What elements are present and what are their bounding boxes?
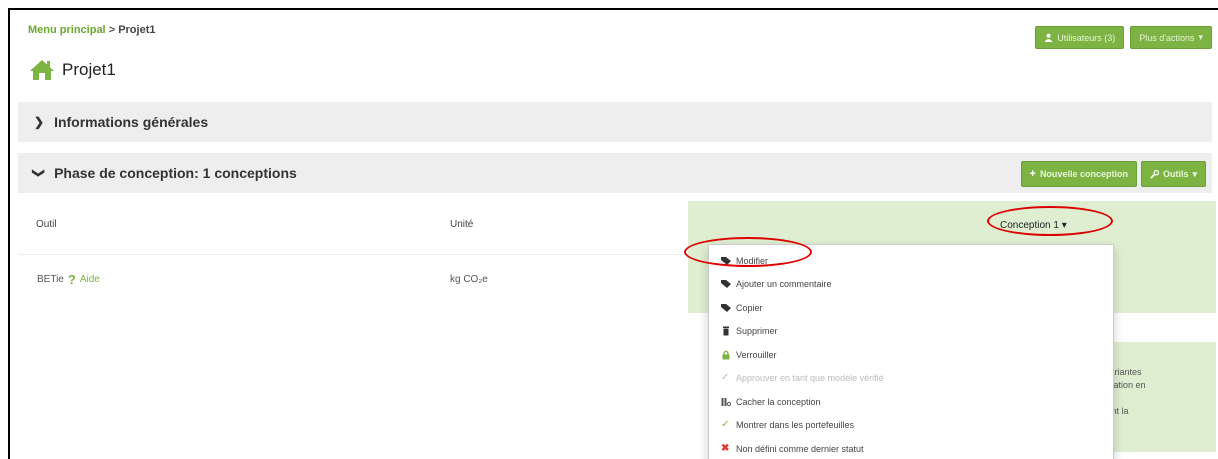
table-row-unit: kg CO₂e	[450, 274, 488, 285]
highlight-ellipse-modify	[684, 237, 812, 267]
caret-down-icon: ▾	[1192, 168, 1197, 179]
trash-icon	[723, 326, 729, 336]
check-icon: ✓	[721, 372, 730, 384]
plus-icon: +	[1029, 168, 1036, 180]
section-conception-title: Phase de conception: 1 conceptions	[54, 165, 297, 181]
menu-item-label: Non défini comme dernier statut	[736, 443, 864, 454]
tool-name: BETie	[37, 274, 64, 285]
help-link[interactable]: Aide	[80, 274, 100, 285]
menu-item-delete[interactable]: Supprimer	[709, 320, 1113, 344]
breadcrumb-home-link[interactable]: Menu principal	[28, 24, 106, 36]
menu-item-label: Ajouter un commentaire	[736, 279, 832, 290]
wrench-icon	[1150, 169, 1159, 179]
menu-item-copy[interactable]: Copier	[709, 296, 1113, 320]
help-question-icon[interactable]: ?	[68, 272, 76, 287]
more-actions-button[interactable]: Plus d'actions ▾	[1130, 26, 1212, 49]
tools-label: Outils	[1162, 169, 1189, 179]
caret-down-icon: ▾	[1198, 32, 1203, 42]
lock-icon	[722, 350, 730, 360]
table-row-tool: BETie ? Aide	[37, 272, 100, 287]
new-conception-button[interactable]: + Nouvelle conception	[1020, 161, 1137, 187]
tag-icon	[721, 280, 731, 289]
header-actions: Utilisateurs (3) Plus d'actions ▾	[1035, 26, 1212, 49]
table-row-divider	[18, 254, 688, 255]
page-title-text: Projet1	[62, 60, 116, 79]
menu-item-label: Verrouiller	[736, 349, 777, 360]
new-conception-label: Nouvelle conception	[1039, 169, 1128, 179]
users-button[interactable]: Utilisateurs (3)	[1035, 26, 1125, 49]
breadcrumb-current: Projet1	[118, 24, 156, 36]
home-icon	[30, 60, 54, 80]
column-tool-header: Outil	[36, 219, 57, 230]
user-icon	[1044, 33, 1053, 42]
menu-item-label: Montrer dans les portefeuilles	[736, 420, 855, 431]
menu-item-label: Cacher la conception	[736, 396, 821, 407]
check-icon: ✓	[721, 419, 730, 431]
tools-button[interactable]: Outils ▾	[1140, 161, 1206, 187]
column-unit-header: Unité	[450, 219, 474, 230]
hide-icon	[721, 397, 731, 406]
section-general-title: Informations générales	[54, 114, 209, 130]
x-icon: ✖	[721, 442, 730, 454]
users-button-label: Utilisateurs (3)	[1057, 32, 1116, 43]
menu-item-approve: ✓ Approuver en tant que modèle vérifié	[709, 367, 1113, 391]
breadcrumb: Menu principal > Projet1	[28, 24, 155, 36]
tag-icon	[721, 303, 731, 312]
menu-item-status[interactable]: ✖ Non défini comme dernier statut	[709, 437, 1113, 459]
menu-item-label: Supprimer	[736, 326, 778, 337]
chevron-down-icon: ❯	[32, 167, 47, 179]
section-conception-header[interactable]: ❯ Phase de conception: 1 conceptions + N…	[18, 153, 1212, 193]
chevron-right-icon: ❯	[34, 115, 45, 129]
page-title: Projet1	[28, 58, 116, 82]
breadcrumb-separator: >	[108, 24, 116, 36]
menu-item-show-portfolios[interactable]: ✓ Montrer dans les portefeuilles	[709, 414, 1113, 438]
menu-item-lock[interactable]: Verrouiller	[709, 343, 1113, 367]
menu-item-hide[interactable]: Cacher la conception	[709, 390, 1113, 414]
menu-item-label: Copier	[736, 302, 763, 313]
menu-item-label: Approuver en tant que modèle vérifié	[736, 373, 884, 384]
highlight-ellipse-conception	[987, 206, 1113, 236]
conception-actions: + Nouvelle conception Outils ▾	[1020, 161, 1206, 187]
page-frame: Menu principal > Projet1 Projet1 Utilisa…	[8, 8, 1218, 459]
menu-item-add-comment[interactable]: Ajouter un commentaire	[709, 273, 1113, 297]
section-general-header[interactable]: ❯ Informations générales	[18, 102, 1212, 142]
conception-dropdown-menu: Modifier Ajouter un commentaire Copier S…	[708, 244, 1114, 459]
more-actions-label: Plus d'actions	[1139, 32, 1195, 43]
